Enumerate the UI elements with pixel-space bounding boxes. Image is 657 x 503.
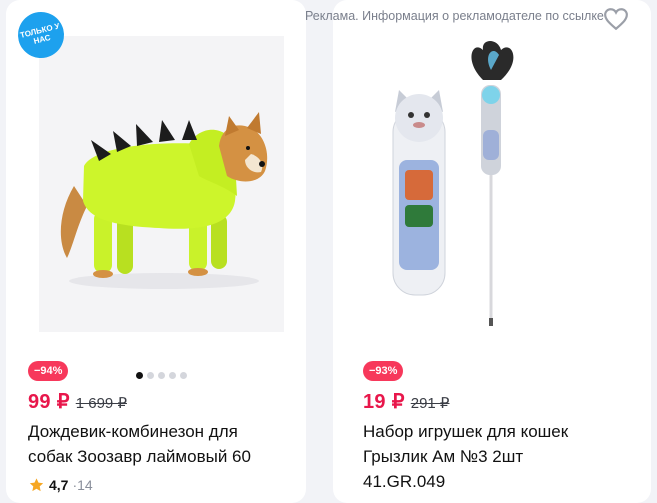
current-price: 99 ₽ (28, 391, 70, 413)
product-image-area[interactable] (333, 0, 651, 355)
current-price: 19 ₽ (363, 391, 405, 413)
review-count: ·14 (72, 477, 93, 493)
favorite-heart-icon[interactable] (603, 7, 629, 31)
product-card-cat-toys[interactable]: −93% 19 ₽ 291 ₽ Набор игрушек для кошек … (333, 0, 651, 503)
carousel-dot[interactable] (147, 372, 154, 379)
cat-toys-image (392, 41, 514, 326)
discount-badge: −93% (363, 361, 404, 381)
product-image-area[interactable]: ТОЛЬКО У НАС (6, 0, 306, 379)
star-icon (29, 478, 44, 492)
price-row: 19 ₽ 291 ₽ (363, 389, 449, 414)
product-title[interactable]: Набор игрушек для кошек Грызлик Ам №3 2ш… (363, 419, 648, 494)
product-title[interactable]: Дождевик-комбинезон для собак Зоозавр ла… (28, 419, 303, 469)
image-carousel-dots[interactable] (136, 372, 187, 379)
carousel-dot[interactable] (180, 372, 187, 379)
rating-value: 4,7 (49, 477, 69, 493)
ad-notice[interactable]: Реклама. Информация о рекламодателе по с… (305, 9, 604, 23)
product-card-raincoat[interactable]: ТОЛЬКО У НАС −94% 99 ₽ 1 699 ₽ Дождевик-… (6, 0, 306, 503)
rating: 4,7 ·14 (28, 477, 93, 493)
discount-badge: −94% (28, 361, 69, 381)
carousel-dot[interactable] (169, 372, 176, 379)
dog-raincoat-image (39, 36, 284, 332)
old-price: 1 699 ₽ (75, 395, 127, 412)
old-price: 291 ₽ (410, 395, 450, 412)
price-row: 99 ₽ 1 699 ₽ (28, 389, 127, 414)
product-photo[interactable] (39, 36, 284, 332)
carousel-dot[interactable] (136, 372, 143, 379)
carousel-dot[interactable] (158, 372, 165, 379)
